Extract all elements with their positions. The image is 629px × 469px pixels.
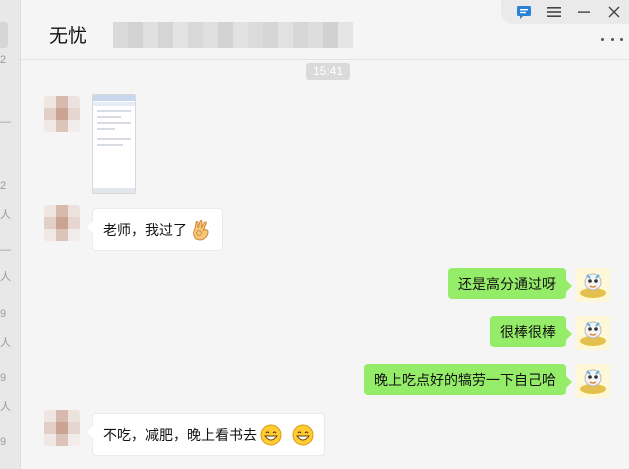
chat-title[interactable]: 无忧 <box>49 21 87 48</box>
list-fragment: 人 <box>0 271 11 283</box>
message-text: 晚上吃点好的犒劳一下自己哈 <box>374 372 556 388</box>
close-icon[interactable] <box>599 0 629 24</box>
message-bubble-outgoing[interactable]: 晚上吃点好的犒劳一下自己哈 <box>364 364 572 395</box>
compose-icon[interactable] <box>509 0 539 24</box>
message-text: 老师，我过了 <box>103 222 187 238</box>
list-fragment: 9 <box>0 308 7 320</box>
list-fragment: 人 <box>0 401 11 413</box>
message-text: 很棒很棒 <box>500 324 556 340</box>
message-text: 还是高分通过呀 <box>458 276 556 292</box>
list-fragment: — <box>0 116 11 128</box>
list-fragment: 人 <box>0 209 11 221</box>
list-fragment: 9 <box>0 372 7 384</box>
list-fragment: 2 <box>0 54 7 66</box>
contact-avatar[interactable] <box>44 96 80 132</box>
list-fragment: 9 <box>0 436 7 448</box>
my-avatar[interactable] <box>576 364 610 398</box>
window-controls <box>501 0 629 24</box>
ok-hand-icon <box>190 219 212 241</box>
message-bubble-incoming[interactable]: 老师，我过了 <box>87 208 223 251</box>
time-divider: 15:41 <box>306 63 350 80</box>
list-fragment: 2 <box>0 180 7 192</box>
message-bubble-incoming[interactable]: 不吃，减肥，晚上看书去 <box>87 413 325 456</box>
more-options-icon[interactable] <box>601 32 623 46</box>
image-message-thumbnail[interactable] <box>92 94 136 194</box>
my-avatar[interactable] <box>576 316 610 350</box>
selected-chat-indicator <box>0 22 8 48</box>
message-text: 不吃，减肥，晚上看书去 <box>103 427 257 443</box>
contact-avatar[interactable] <box>44 410 80 446</box>
list-fragment: 人 <box>0 337 11 349</box>
my-avatar[interactable] <box>576 268 610 302</box>
message-bubble-outgoing[interactable]: 还是高分通过呀 <box>448 268 572 299</box>
menu-icon[interactable] <box>539 0 569 24</box>
message-bubble-outgoing[interactable]: 很棒很棒 <box>490 316 572 347</box>
blurred-contact-name <box>113 22 353 48</box>
minimize-icon[interactable] <box>569 0 599 24</box>
chat-list-edge: 2 — 2 人 — 人 9 人 9 人 9 <box>0 0 21 469</box>
contact-avatar[interactable] <box>44 205 80 241</box>
list-fragment: — <box>0 244 11 256</box>
chat-header: 无忧 <box>21 0 629 60</box>
grin-icon <box>260 424 282 446</box>
grin-icon <box>292 424 314 446</box>
